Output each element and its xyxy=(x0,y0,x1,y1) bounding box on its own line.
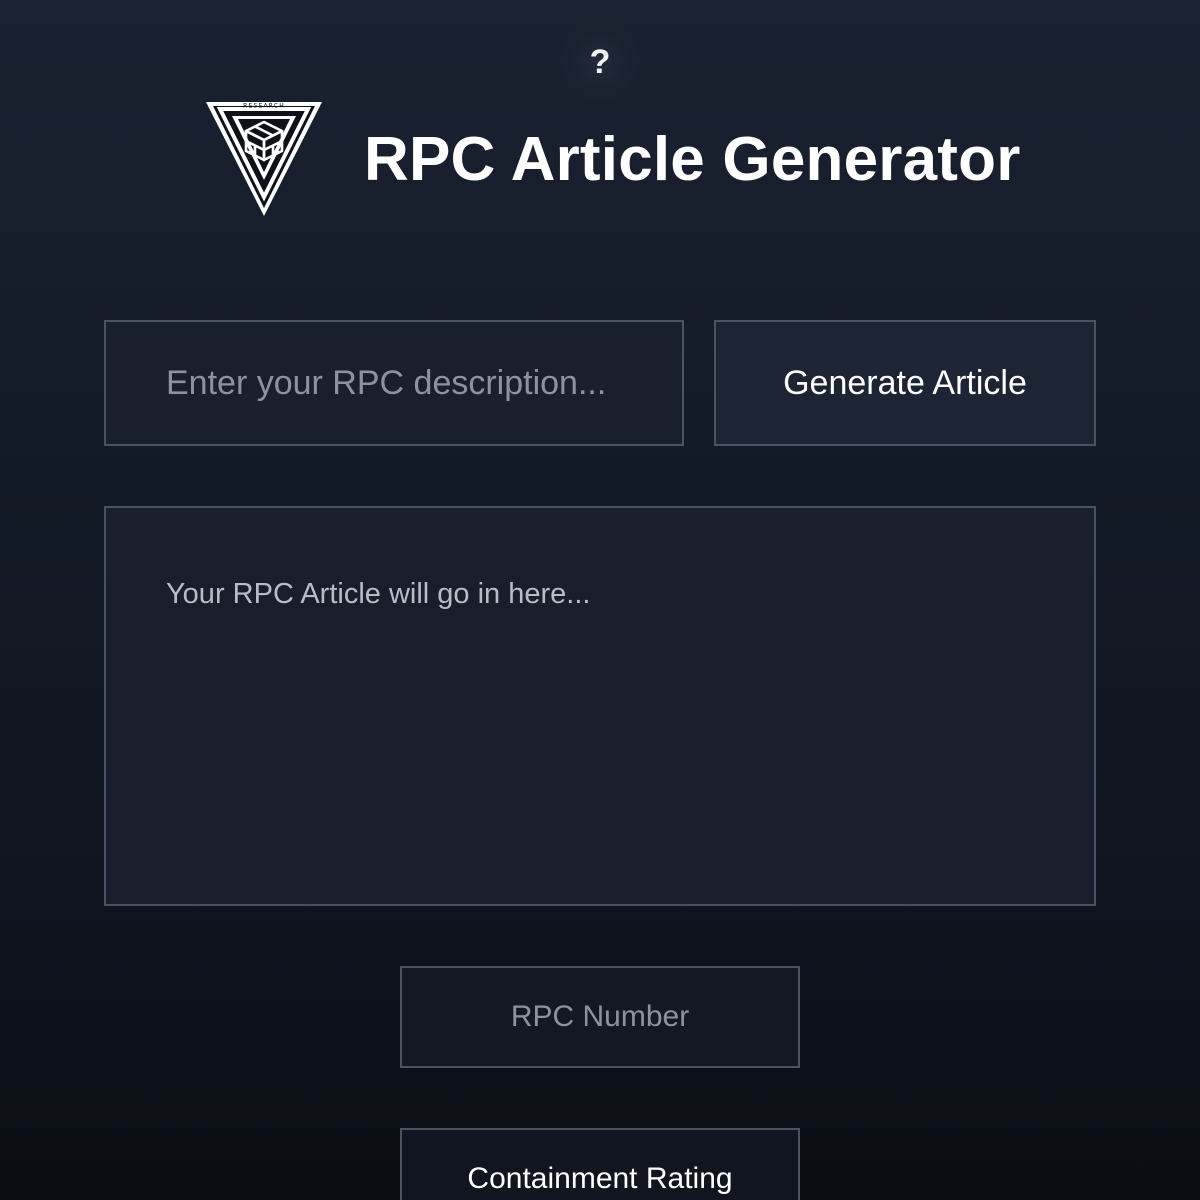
triangle-cube-logo-icon: RESEARCH xyxy=(206,102,322,216)
help-button[interactable]: ? xyxy=(560,22,640,102)
page-header: RESEARCH RPC Article Generator xyxy=(200,98,1020,222)
generate-article-button[interactable]: Generate Article xyxy=(714,320,1096,446)
help-button-label: ? xyxy=(589,42,611,81)
logo-text: RESEARCH xyxy=(243,103,285,110)
containment-rating-button[interactable]: Containment Rating xyxy=(400,1128,800,1200)
article-output-textarea[interactable] xyxy=(104,506,1096,906)
containment-rating-label: Containment Rating xyxy=(467,1162,733,1195)
description-input[interactable] xyxy=(104,320,684,446)
page-title: RPC Article Generator xyxy=(364,125,1021,194)
rpc-number-input[interactable] xyxy=(400,966,800,1068)
generate-article-label: Generate Article xyxy=(783,363,1027,402)
